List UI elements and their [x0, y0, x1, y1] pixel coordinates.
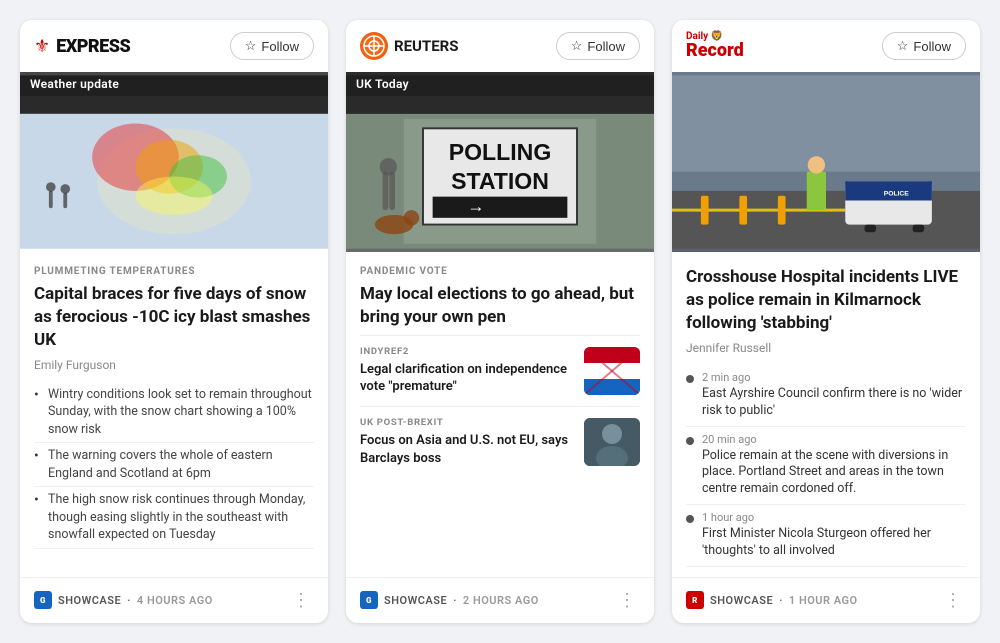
- express-footer-time: 4 hours ago: [137, 594, 213, 607]
- reuters-card-header: REUTERS ☆ Follow: [346, 20, 654, 72]
- star-icon: ☆: [245, 38, 257, 54]
- star-icon: ☆: [897, 38, 909, 54]
- express-showcase-icon: G: [34, 591, 52, 609]
- reuters-footer-source: G SHOWCASE · 2 hours ago: [360, 591, 539, 609]
- reuters-more-button[interactable]: ⋮: [614, 588, 640, 613]
- live-text-2: Police remain at the scene with diversio…: [702, 448, 966, 499]
- live-dot-1: [686, 375, 694, 383]
- reuters-follow-button[interactable]: ☆ Follow: [556, 32, 640, 60]
- express-author: Emily Furguson: [34, 358, 314, 372]
- svg-text:POLLING: POLLING: [449, 139, 552, 165]
- express-card-footer: G SHOWCASE · 4 hours ago ⋮: [20, 577, 328, 623]
- reuters-source-logo: REUTERS: [360, 32, 459, 60]
- express-headline[interactable]: Capital braces for five days of snow as …: [34, 283, 314, 352]
- express-crest-icon: ⚜: [34, 36, 50, 57]
- live-item-2: 20 min ago Police remain at the scene wi…: [686, 427, 966, 506]
- live-time-2: 20 min ago: [702, 433, 966, 446]
- express-card-body: PLUMMETING TEMPERATURES Capital braces f…: [20, 252, 328, 577]
- daily-record-card-body: Crosshouse Hospital incidents LIVE as po…: [672, 252, 980, 577]
- live-time-1: 2 min ago: [702, 371, 966, 384]
- live-text-1: East Ayrshire Council confirm there is n…: [702, 386, 966, 420]
- reuters-image-label: UK Today: [346, 72, 654, 96]
- reuters-image: UK Today POLLING STATION →: [346, 72, 654, 252]
- express-card-header: ⚜ EXPRESS ☆ Follow: [20, 20, 328, 72]
- reuters-headline[interactable]: May local elections to go ahead, but bri…: [360, 283, 640, 329]
- express-footer-source: G SHOWCASE · 4 hours ago: [34, 591, 213, 609]
- sub2-title[interactable]: Focus on Asia and U.S. not EU, says Barc…: [360, 432, 576, 467]
- express-image-label: Weather update: [20, 72, 328, 96]
- express-category: PLUMMETING TEMPERATURES: [34, 266, 314, 277]
- reuters-logo-icon: [360, 32, 388, 60]
- reuters-category: PANDEMIC VOTE: [360, 266, 640, 277]
- express-bullet-1: Wintry conditions look set to remain thr…: [34, 382, 314, 444]
- svg-text:POLICE: POLICE: [884, 191, 910, 198]
- daily-record-follow-button[interactable]: ☆ Follow: [882, 32, 966, 60]
- live-dot-3: [686, 515, 694, 523]
- express-follow-button[interactable]: ☆ Follow: [230, 32, 314, 60]
- live-updates-list: 2 min ago East Ayrshire Council confirm …: [686, 365, 966, 567]
- reuters-sub-article-1: INDYREF2 Legal clarification on independ…: [360, 335, 640, 406]
- polling-svg: POLLING STATION →: [346, 72, 654, 252]
- live-dot-2: [686, 437, 694, 445]
- express-card: ⚜ EXPRESS ☆ Follow Weather update: [20, 20, 328, 623]
- news-cards-container: ⚜ EXPRESS ☆ Follow Weather update: [20, 20, 980, 623]
- daily-record-logo: Daily 🦁 Record: [686, 32, 744, 60]
- weather-map-svg: [20, 72, 328, 252]
- live-time-3: 1 hour ago: [702, 511, 966, 524]
- express-name: EXPRESS: [56, 36, 130, 57]
- daily-record-card: Daily 🦁 Record ☆ Follow POL: [672, 20, 980, 623]
- daily-record-card-header: Daily 🦁 Record ☆ Follow: [672, 20, 980, 72]
- express-image: Weather update: [20, 72, 328, 252]
- express-dot-separator: ·: [127, 594, 131, 607]
- express-bullet-3: The high snow risk continues through Mon…: [34, 487, 314, 549]
- reuters-sub-article-2: UK POST-BREXIT Focus on Asia and U.S. no…: [360, 406, 640, 477]
- express-bullets: Wintry conditions look set to remain thr…: [34, 382, 314, 549]
- daily-record-more-button[interactable]: ⋮: [940, 588, 966, 613]
- reuters-showcase-icon: G: [360, 591, 378, 609]
- dr-dot-separator: ·: [779, 594, 783, 607]
- reuters-card-body: PANDEMIC VOTE May local elections to go …: [346, 252, 654, 577]
- daily-record-headline[interactable]: Crosshouse Hospital incidents LIVE as po…: [686, 266, 966, 335]
- express-bullet-2: The warning covers the whole of eastern …: [34, 443, 314, 487]
- daily-record-source-logo: Daily 🦁 Record: [686, 32, 744, 60]
- live-text-3: First Minister Nicola Sturgeon offered h…: [702, 526, 966, 560]
- reuters-card-footer: G SHOWCASE · 2 hours ago ⋮: [346, 577, 654, 623]
- sub1-title[interactable]: Legal clarification on independence vote…: [360, 361, 576, 396]
- live-item-1: 2 min ago East Ayrshire Council confirm …: [686, 365, 966, 427]
- dr-footer-time: 1 hour ago: [789, 594, 858, 607]
- live-item-3: 1 hour ago First Minister Nicola Sturgeo…: [686, 505, 966, 567]
- dr-showcase-icon: R: [686, 591, 704, 609]
- reuters-dot-separator: ·: [453, 594, 457, 607]
- sub1-category: INDYREF2: [360, 346, 576, 357]
- sub2-category: UK POST-BREXIT: [360, 417, 576, 428]
- star-icon: ☆: [571, 38, 583, 54]
- reuters-card: REUTERS ☆ Follow UK Today POLLING STATIO…: [346, 20, 654, 623]
- daily-record-card-footer: R SHOWCASE · 1 hour ago ⋮: [672, 577, 980, 623]
- daily-record-svg: POLICE: [672, 72, 980, 252]
- daily-record-author: Jennifer Russell: [686, 341, 966, 355]
- express-more-button[interactable]: ⋮: [288, 588, 314, 613]
- daily-record-footer-source: R SHOWCASE · 1 hour ago: [686, 591, 858, 609]
- sub2-thumb: [584, 418, 640, 466]
- svg-text:STATION: STATION: [451, 168, 549, 194]
- express-source-logo: ⚜ EXPRESS: [34, 36, 130, 57]
- daily-record-image: POLICE: [672, 72, 980, 252]
- reuters-name: REUTERS: [394, 37, 459, 55]
- reuters-footer-time: 2 hours ago: [463, 594, 539, 607]
- svg-text:→: →: [467, 196, 484, 216]
- sub1-thumb: [584, 347, 640, 395]
